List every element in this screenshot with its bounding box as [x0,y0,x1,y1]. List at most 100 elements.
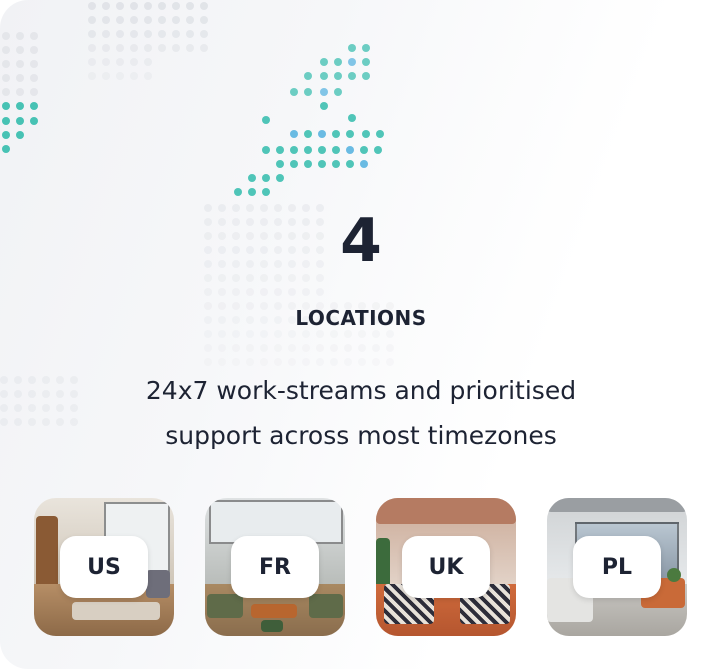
map-dot [16,46,24,54]
map-dot [260,358,268,366]
map-dot [130,72,138,80]
map-dot [144,16,152,24]
map-dot [130,16,138,24]
map-dot [30,74,38,82]
map-dot [232,330,240,338]
map-dot [386,358,394,366]
map-dot [302,288,310,296]
map-dot [116,2,124,10]
map-dot [316,330,324,338]
map-dot [102,72,110,80]
map-dot [2,102,10,110]
location-tile-fr[interactable]: FR [205,498,345,636]
map-dot [30,46,38,54]
map-dot [320,102,328,110]
map-dot [332,130,340,138]
map-dot [16,117,24,125]
map-dot [172,30,180,38]
map-dot [290,130,298,138]
map-dot [362,130,370,138]
map-dot [102,58,110,66]
map-dot [116,58,124,66]
map-dot [172,16,180,24]
map-dot [218,288,226,296]
map-dot [88,44,96,52]
map-dot [318,130,326,138]
map-dot [316,288,324,296]
map-dot [334,72,342,80]
map-dot [102,44,110,52]
map-dot [304,72,312,80]
map-dot [30,60,38,68]
map-dot [144,44,152,52]
map-dot [276,174,284,182]
location-tile-pl[interactable]: PL [547,498,687,636]
map-dot [386,330,394,338]
map-dot [102,30,110,38]
location-code-us: US [60,536,148,598]
map-dot [288,358,296,366]
location-tile-uk[interactable]: UK [376,498,516,636]
map-dot [330,344,338,352]
map-dot [346,160,354,168]
map-dot [334,88,342,96]
map-dot [348,114,356,122]
map-dot [346,130,354,138]
map-dot [290,160,298,168]
map-dot [246,288,254,296]
map-dot [260,288,268,296]
map-dot [158,16,166,24]
map-dot [130,30,138,38]
map-dot [102,16,110,24]
map-dot [372,358,380,366]
map-dot [16,88,24,96]
map-dot [30,102,38,110]
map-dot [16,74,24,82]
map-dot [290,146,298,154]
map-dot [274,288,282,296]
map-dot [274,358,282,366]
map-dot [30,88,38,96]
map-dot [330,358,338,366]
map-dot [88,16,96,24]
map-dot [330,330,338,338]
map-dot [348,44,356,52]
map-dot [358,344,366,352]
map-dot [316,344,324,352]
location-code-uk: UK [402,536,490,598]
location-code-pl: PL [573,536,661,598]
map-dot [274,330,282,338]
map-dot [332,146,340,154]
locations-count: 4 [340,206,382,276]
map-dot [288,344,296,352]
map-dot [186,44,194,52]
map-dot [200,16,208,24]
map-dot [232,344,240,352]
map-dot [172,44,180,52]
map-dot [248,174,256,182]
map-dot [262,174,270,182]
map-dot [130,44,138,52]
description-line-1: 24x7 work-streams and prioritised [145,376,577,405]
map-dot [2,88,10,96]
map-dot [16,131,24,139]
map-dot [260,344,268,352]
map-dot [88,72,96,80]
map-dot [144,2,152,10]
map-dot [186,2,194,10]
map-dot [130,2,138,10]
map-dot [304,160,312,168]
map-dot [186,30,194,38]
map-dot [204,344,212,352]
map-dot [116,72,124,80]
map-dot [318,146,326,154]
locations-card: 4 LOCATIONS 24x7 work-streams and priori… [0,0,722,669]
map-dot [200,2,208,10]
map-dot [204,358,212,366]
map-dot [200,30,208,38]
map-dot [186,16,194,24]
map-dot [260,330,268,338]
location-code-fr: FR [231,536,319,598]
location-tile-us[interactable]: US [34,498,174,636]
map-dot [2,74,10,82]
